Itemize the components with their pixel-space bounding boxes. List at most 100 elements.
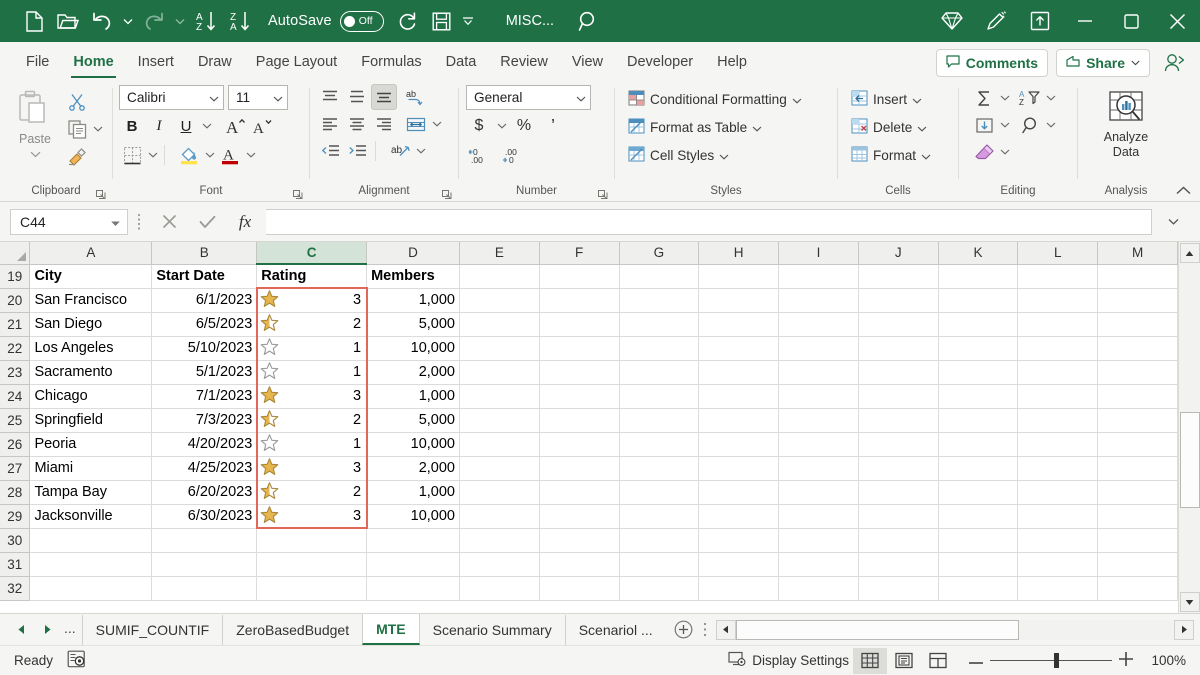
cell-G27[interactable]: [619, 456, 700, 481]
cell-D21[interactable]: 5,000: [366, 312, 460, 337]
number-dialog-launcher-icon[interactable]: [596, 189, 608, 201]
cell-H30[interactable]: [698, 528, 780, 553]
cell-H19[interactable]: [698, 264, 780, 289]
cell-I26[interactable]: [778, 432, 859, 457]
borders-button[interactable]: [119, 142, 145, 168]
column-header-l[interactable]: L: [1017, 242, 1099, 265]
wrap-text-button[interactable]: ab: [387, 138, 413, 164]
column-header-f[interactable]: F: [539, 242, 620, 265]
cell-E28[interactable]: [459, 480, 540, 505]
cell-J20[interactable]: [858, 288, 939, 313]
row-header-31[interactable]: 31: [0, 551, 31, 577]
cell-F19[interactable]: [539, 264, 620, 289]
cell-M19[interactable]: [1097, 264, 1178, 289]
cell-J28[interactable]: [858, 480, 939, 505]
sort-and-filter-button[interactable]: AZ: [1017, 85, 1043, 111]
cell-B30[interactable]: [151, 528, 258, 553]
cell-C25[interactable]: 2: [256, 408, 368, 433]
cell-J24[interactable]: [858, 384, 939, 409]
cell-A30[interactable]: [29, 528, 153, 553]
cell-C29[interactable]: 3: [256, 504, 368, 529]
underline-button[interactable]: U: [173, 113, 199, 139]
table-row[interactable]: 28 Tampa Bay 6/20/2023 2 1,000: [0, 479, 1178, 505]
font-color-caret-icon[interactable]: [244, 142, 257, 168]
cell-D28[interactable]: 1,000: [366, 480, 460, 505]
undo-dropdown-caret-icon[interactable]: [120, 6, 136, 36]
cell-C19[interactable]: Rating: [256, 264, 368, 289]
cell-E25[interactable]: [459, 408, 540, 433]
view-page-break-preview-button[interactable]: [921, 648, 955, 674]
conditional-formatting-button[interactable]: Conditional Formatting: [624, 86, 806, 112]
cell-J30[interactable]: [858, 528, 939, 553]
sort-ascending-icon[interactable]: AZ: [190, 6, 222, 36]
cell-H25[interactable]: [698, 408, 780, 433]
cell-J32[interactable]: [858, 576, 939, 601]
row-header-23[interactable]: 23: [0, 359, 31, 385]
tab-help[interactable]: Help: [705, 44, 759, 80]
top-align-button[interactable]: [317, 84, 343, 110]
cell-D31[interactable]: [366, 552, 460, 577]
cell-G28[interactable]: [619, 480, 700, 505]
share-caret-icon[interactable]: [1131, 57, 1140, 69]
cell-I23[interactable]: [778, 360, 859, 385]
view-page-layout-button[interactable]: [887, 648, 921, 674]
tab-page-layout[interactable]: Page Layout: [244, 44, 349, 80]
cell-D27[interactable]: 2,000: [366, 456, 460, 481]
underline-caret-icon[interactable]: [200, 113, 213, 139]
align-right-button[interactable]: [371, 111, 397, 137]
sort-and-filter-caret-icon[interactable]: [1044, 85, 1057, 111]
select-all-corner[interactable]: [0, 242, 31, 265]
cell-H31[interactable]: [698, 552, 780, 577]
cell-B24[interactable]: 7/1/2023: [151, 384, 258, 409]
sheet-tab-sumif-countif[interactable]: SUMIF_COUNTIF: [81, 614, 223, 645]
cell-B28[interactable]: 6/20/2023: [151, 480, 258, 505]
vertical-scrollbar[interactable]: [1178, 242, 1200, 613]
new-file-icon[interactable]: [18, 6, 50, 36]
cell-B23[interactable]: 5/1/2023: [151, 360, 258, 385]
column-header-d[interactable]: D: [366, 242, 460, 265]
cell-G23[interactable]: [619, 360, 700, 385]
cell-L21[interactable]: [1017, 312, 1099, 337]
merge-and-center-button[interactable]: [403, 111, 429, 137]
zoom-in-icon[interactable]: [1119, 652, 1133, 669]
cell-H20[interactable]: [698, 288, 780, 313]
cell-G25[interactable]: [619, 408, 700, 433]
cancel-icon[interactable]: [150, 207, 188, 237]
cell-D29[interactable]: 10,000: [366, 504, 460, 529]
alignment-dialog-launcher-icon[interactable]: [440, 189, 452, 201]
cell-D25[interactable]: 5,000: [366, 408, 460, 433]
tab-insert[interactable]: Insert: [126, 44, 186, 80]
delete-cells-button[interactable]: Delete: [847, 114, 931, 140]
worksheet-grid[interactable]: A B C D E F G H I J K L M 19 City Start Da…: [0, 242, 1200, 613]
row-header-29[interactable]: 29: [0, 503, 31, 529]
cell-L30[interactable]: [1017, 528, 1099, 553]
cell-B32[interactable]: [151, 576, 258, 601]
zoom-percentage[interactable]: 100%: [1140, 653, 1186, 668]
table-row[interactable]: 23 Sacramento 5/1/2023 1 2,000: [0, 359, 1178, 385]
cell-C22[interactable]: 1: [256, 336, 368, 361]
cell-I29[interactable]: [778, 504, 859, 529]
cell-E30[interactable]: [459, 528, 540, 553]
cell-E27[interactable]: [459, 456, 540, 481]
number-format-combo[interactable]: General: [466, 85, 591, 110]
font-family-caret-icon[interactable]: [209, 90, 219, 105]
cell-B22[interactable]: 5/10/2023: [151, 336, 258, 361]
enter-check-icon[interactable]: [188, 207, 226, 237]
cell-G20[interactable]: [619, 288, 700, 313]
cell-G24[interactable]: [619, 384, 700, 409]
horizontal-scroll-track[interactable]: [735, 619, 1174, 640]
copy-button[interactable]: [64, 116, 90, 142]
cell-J29[interactable]: [858, 504, 939, 529]
cell-I22[interactable]: [778, 336, 859, 361]
column-header-h[interactable]: H: [698, 242, 780, 265]
cell-F29[interactable]: [539, 504, 620, 529]
cell-I20[interactable]: [778, 288, 859, 313]
column-header-c[interactable]: C: [256, 242, 368, 265]
cell-H22[interactable]: [698, 336, 780, 361]
number-format-caret-icon[interactable]: [576, 90, 586, 105]
cell-B27[interactable]: 4/25/2023: [151, 456, 258, 481]
cell-M31[interactable]: [1097, 552, 1178, 577]
cell-C32[interactable]: [256, 576, 368, 601]
tab-view[interactable]: View: [560, 44, 615, 80]
row-header-19[interactable]: 19: [0, 263, 31, 289]
